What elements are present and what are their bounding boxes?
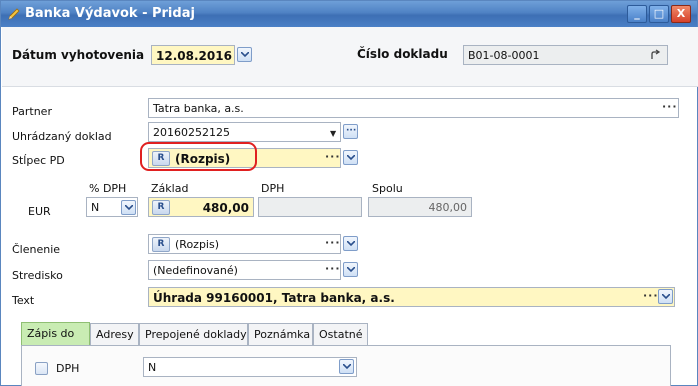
tab-zapis-do[interactable]: Zápis do [21,322,90,346]
maximize-button[interactable]: □ [649,5,669,23]
date-label: Dátum vyhotovenia [12,48,145,62]
chevron-down-icon [241,52,249,58]
vat-label: DPH [261,182,285,195]
pencil-icon [8,8,20,20]
division-dropdown-button[interactable] [343,236,358,251]
vat-select-dropdown-button[interactable] [339,359,354,374]
division-badge: R [152,237,170,252]
column-pd-more-button[interactable]: ··· [325,150,341,163]
redo-arrow-icon[interactable] [649,49,661,61]
column-pd-label: Stĺpec PD [12,154,65,167]
division-more-button[interactable]: ··· [325,236,341,249]
base-badge: R [152,200,170,215]
vat-checkbox-label: DPH [56,362,80,375]
close-button[interactable]: X [671,5,691,23]
text-dropdown-button[interactable] [658,289,673,304]
dialog-window: Banka Výdavok - Pridaj _ □ X Dátum vyhot… [0,0,698,386]
chevron-down-icon [347,241,355,247]
caret-down-icon[interactable]: ▼ [330,129,336,138]
vat-checkbox[interactable] [35,362,48,375]
center-label: Stredisko [12,269,63,282]
chevron-down-icon [347,267,355,273]
center-field[interactable]: (Nedefinované) [148,260,341,280]
partner-field[interactable]: Tatra banka, a.s. [148,98,679,118]
tab-prepojene-doklady[interactable]: Prepojené doklady [139,323,248,345]
tab-poznamka[interactable]: Poznámka [248,323,313,345]
partner-label: Partner [12,105,52,118]
text-more-button[interactable]: ··· [643,289,659,302]
center-more-button[interactable]: ··· [325,262,341,275]
tab-adresy[interactable]: Adresy [90,323,139,345]
window-title: Banka Výdavok - Pridaj [25,6,195,21]
column-pd-dropdown-button[interactable] [343,150,358,165]
text-field[interactable]: Úhrada 99160001, Tatra banka, a.s. [148,287,675,307]
division-label: Členenie [12,243,61,256]
total-amount-field[interactable]: 480,00 [368,197,472,217]
doc-number-label: Číslo dokladu [357,47,448,61]
total-label: Spolu [372,182,403,195]
chevron-down-icon [347,155,355,161]
date-field[interactable]: 12.08.2016 [151,45,235,65]
date-picker-button[interactable] [237,47,252,62]
highlight-annotation [140,142,257,171]
vat-percent-label: % DPH [89,182,127,195]
division-field[interactable]: (Rozpis) [148,234,341,254]
doc-number-field[interactable]: B01-08-0001 [463,45,668,65]
title-bar[interactable]: Banka Výdavok - Pridaj _ □ X [1,1,697,27]
partner-more-button[interactable]: ··· [662,100,678,113]
tab-ostatne[interactable]: Ostatné [313,323,368,345]
vat-percent-dropdown-button[interactable] [121,200,136,215]
paid-doc-field[interactable]: 20160252125 [148,122,341,142]
text-label: Text [12,294,35,307]
chevron-down-icon [662,294,670,300]
vat-select[interactable]: N [143,357,357,377]
chevron-down-icon [125,205,133,211]
minimize-button[interactable]: _ [627,5,647,23]
paid-doc-more-button[interactable]: ··· [343,124,358,139]
center-dropdown-button[interactable] [343,262,358,277]
chevron-down-icon [343,364,351,370]
ellipsis-icon: ··· [346,126,357,136]
paid-doc-label: Uhrádzaný doklad [12,130,112,143]
vat-amount-field[interactable] [258,197,362,217]
base-label: Základ [151,182,189,195]
currency-label: EUR [28,205,51,218]
